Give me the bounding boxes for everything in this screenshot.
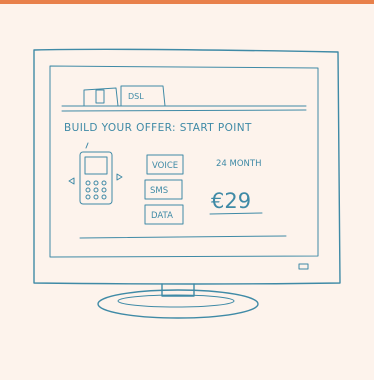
monitor-base-inner	[117, 294, 235, 308]
arrow-right-icon[interactable]	[116, 173, 123, 181]
mobile-phone-icon	[95, 89, 105, 104]
option-sms[interactable]: SMS	[144, 179, 183, 200]
tab-mobile[interactable]	[83, 87, 119, 107]
monitor-sketch: DSL BUILD YOUR OFFER: START POINT VOICE	[33, 48, 341, 319]
contract-term: 24 MONTH	[216, 159, 261, 169]
tab-strip-line-lower	[61, 109, 307, 112]
price-underline	[209, 212, 263, 215]
page-heading: BUILD YOUR OFFER: START POINT	[64, 122, 252, 134]
monitor-screen	[49, 65, 319, 258]
screen-divider	[79, 235, 287, 239]
power-led-icon	[298, 263, 309, 270]
price-value: €29	[211, 189, 251, 213]
arrow-left-icon[interactable]	[68, 177, 75, 185]
option-sms-label: SMS	[150, 186, 168, 196]
option-data[interactable]: DATA	[144, 204, 184, 225]
option-data-label: DATA	[151, 211, 173, 221]
tab-dsl-label: DSL	[128, 92, 144, 101]
option-voice-label: VOICE	[152, 161, 178, 171]
tab-dsl[interactable]: DSL	[120, 85, 166, 107]
sketch-illustration: DSL BUILD YOUR OFFER: START POINT VOICE	[0, 0, 374, 380]
phone-illustration-icon	[79, 142, 113, 205]
monitor-base	[97, 289, 259, 319]
option-voice[interactable]: VOICE	[146, 154, 184, 175]
